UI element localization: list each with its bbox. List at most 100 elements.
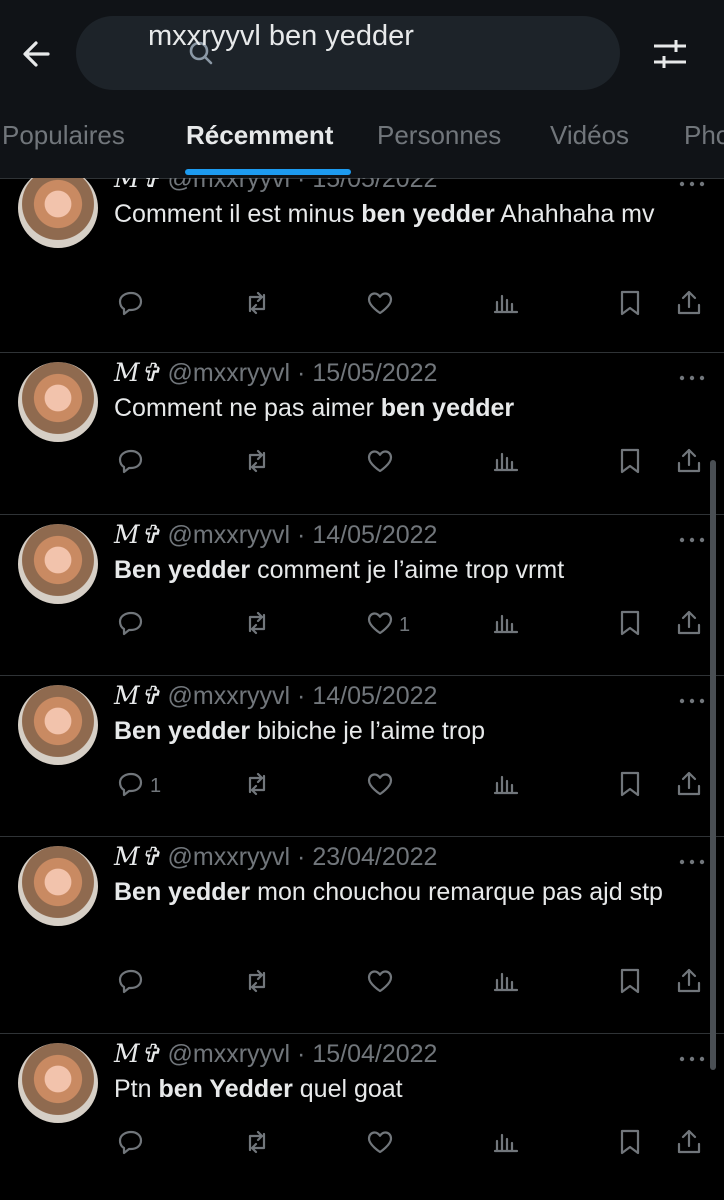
tweet-date[interactable]: 23/04/2022 — [312, 843, 437, 871]
handle[interactable]: @mxxryyvl — [168, 178, 291, 193]
avatar[interactable] — [18, 362, 98, 442]
tab-videos[interactable]: Vidéos — [550, 120, 629, 151]
tweet[interactable]: M✞ @mxxryyvl · 14/05/2022 Ben yedder bib… — [0, 675, 724, 837]
retweet-icon — [242, 608, 272, 643]
tweet-actions: 1 — [0, 769, 724, 803]
tweet[interactable]: M✞ @mxxryyvl · 15/04/2022 Ptn ben Yedder… — [0, 1033, 724, 1200]
bookmark-button[interactable] — [615, 446, 645, 480]
share-button[interactable] — [674, 769, 704, 803]
more-options-icon[interactable] — [678, 854, 706, 865]
display-name[interactable]: M✞ — [114, 358, 161, 387]
filter-settings-icon[interactable] — [650, 36, 690, 72]
tab-recemment[interactable]: Récemment — [186, 120, 333, 151]
bookmark-button[interactable] — [615, 608, 645, 642]
avatar[interactable] — [18, 846, 98, 926]
tweet-actions — [0, 1127, 724, 1161]
bookmark-button[interactable] — [615, 966, 645, 1000]
tweet-date[interactable]: 15/05/2022 — [312, 359, 437, 387]
views-icon — [491, 769, 521, 804]
reply-button[interactable] — [116, 608, 150, 642]
tweet[interactable]: M✞ @mxxryyvl · 15/05/2022 Comment il est… — [0, 178, 724, 353]
retweet-button[interactable] — [242, 769, 272, 803]
display-name[interactable]: M✞ — [114, 520, 161, 549]
display-name[interactable]: M✞ — [114, 681, 161, 710]
reply-icon — [116, 608, 146, 643]
like-button[interactable] — [365, 288, 399, 322]
retweet-button[interactable] — [242, 966, 272, 1000]
views-button[interactable] — [491, 446, 521, 480]
tweet[interactable]: M✞ @mxxryyvl · 15/05/2022 Comment ne pas… — [0, 352, 724, 515]
share-button[interactable] — [674, 608, 704, 642]
views-button[interactable] — [491, 966, 521, 1000]
display-name[interactable]: M✞ — [114, 1039, 161, 1068]
bookmark-button[interactable] — [615, 1127, 645, 1161]
like-button[interactable] — [365, 446, 399, 480]
tweet-actions — [0, 288, 724, 322]
bookmark-icon — [615, 769, 645, 804]
more-options-icon[interactable] — [678, 532, 706, 543]
tweet-date[interactable]: 15/05/2022 — [312, 178, 437, 193]
tab-photos[interactable]: Pho — [684, 120, 724, 151]
avatar[interactable] — [18, 685, 98, 765]
avatar[interactable] — [18, 524, 98, 604]
handle[interactable]: @mxxryyvl — [168, 359, 291, 387]
share-button[interactable] — [674, 288, 704, 322]
tweet-text-segment: comment je l’aime trop vrmt — [250, 556, 565, 584]
like-button[interactable] — [365, 769, 399, 803]
tweet[interactable]: M✞ @mxxryyvl · 23/04/2022 Ben yedder mon… — [0, 836, 724, 1034]
more-options-icon[interactable] — [678, 1051, 706, 1062]
separator-dot: · — [290, 682, 313, 710]
bookmark-button[interactable] — [615, 288, 645, 322]
bookmark-icon — [615, 966, 645, 1001]
tab-populaires[interactable]: Populaires — [2, 120, 125, 151]
back-arrow-icon[interactable] — [18, 34, 58, 74]
more-options-icon[interactable] — [678, 693, 706, 704]
share-button[interactable] — [674, 446, 704, 480]
separator-dot: · — [290, 521, 313, 549]
retweet-button[interactable] — [242, 288, 272, 322]
heart-icon — [365, 1127, 395, 1162]
more-options-icon[interactable] — [678, 178, 706, 187]
reply-button[interactable] — [116, 446, 150, 480]
search-match-text: Ben yedder — [114, 878, 251, 906]
share-button[interactable] — [674, 966, 704, 1000]
separator-dot: · — [290, 843, 313, 871]
tab-personnes[interactable]: Personnes — [377, 120, 501, 151]
like-button[interactable]: 1 — [365, 608, 410, 642]
display-name[interactable]: M✞ — [114, 178, 161, 193]
reply-button[interactable] — [116, 1127, 150, 1161]
handle[interactable]: @mxxryyvl — [168, 843, 291, 871]
like-button[interactable] — [365, 1127, 399, 1161]
views-button[interactable] — [491, 1127, 521, 1161]
tweet-text: Ben yedder comment je l’aime trop vrmt — [114, 552, 694, 588]
tweet[interactable]: M✞ @mxxryyvl · 14/05/2022 Ben yedder com… — [0, 514, 724, 676]
tweet-date[interactable]: 15/04/2022 — [312, 1040, 437, 1068]
reply-button[interactable] — [116, 966, 150, 1000]
scrollbar[interactable] — [710, 460, 716, 1070]
tweet-date[interactable]: 14/05/2022 — [312, 521, 437, 549]
share-button[interactable] — [674, 1127, 704, 1161]
more-options-icon[interactable] — [678, 370, 706, 381]
retweet-button[interactable] — [242, 1127, 272, 1161]
search-match-text: ben Yedder — [158, 1075, 293, 1103]
avatar[interactable] — [18, 178, 98, 248]
retweet-icon — [242, 288, 272, 323]
handle[interactable]: @mxxryyvl — [168, 682, 291, 710]
views-button[interactable] — [491, 608, 521, 642]
views-button[interactable] — [491, 288, 521, 322]
tweet-date[interactable]: 14/05/2022 — [312, 682, 437, 710]
retweet-button[interactable] — [242, 446, 272, 480]
avatar[interactable] — [18, 1043, 98, 1123]
views-button[interactable] — [491, 769, 521, 803]
like-button[interactable] — [365, 966, 399, 1000]
display-name[interactable]: M✞ — [114, 842, 161, 871]
share-icon — [674, 288, 704, 323]
reply-button[interactable] — [116, 288, 150, 322]
search-query[interactable]: mxxryyvl ben yedder — [148, 20, 414, 53]
handle[interactable]: @mxxryyvl — [168, 521, 291, 549]
retweet-button[interactable] — [242, 608, 272, 642]
reply-button[interactable]: 1 — [116, 769, 161, 803]
share-icon — [674, 966, 704, 1001]
handle[interactable]: @mxxryyvl — [168, 1040, 291, 1068]
bookmark-button[interactable] — [615, 769, 645, 803]
